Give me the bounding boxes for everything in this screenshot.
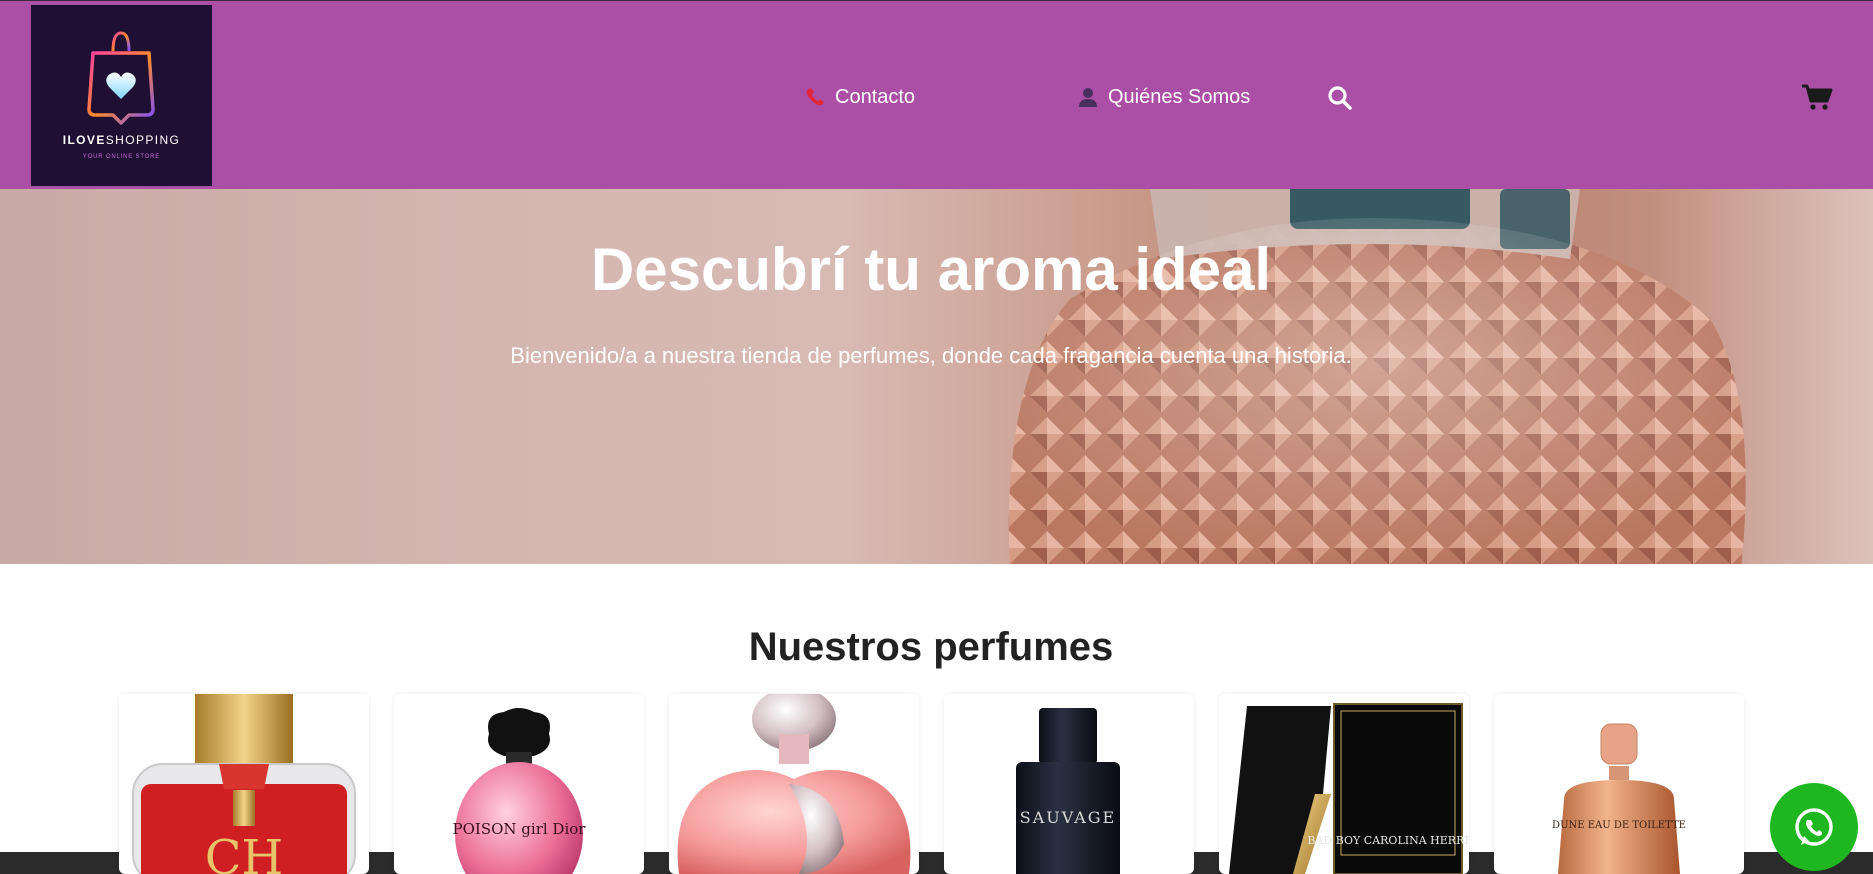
product-card[interactable]: CH (119, 694, 369, 874)
product-label: CH (205, 830, 284, 874)
product-card[interactable]: BAD BOY CAROLINA HERRERA (1219, 694, 1469, 874)
site-header: ILOVESHOPPING YOUR ONLINE STORE Contacto… (0, 1, 1873, 189)
product-label: POISON girl Dior (453, 820, 587, 838)
cart-button[interactable] (1800, 81, 1834, 113)
whatsapp-button[interactable] (1770, 783, 1858, 871)
product-card[interactable]: POISON girl Dior (394, 694, 644, 874)
product-image: DUNE EAU DE TOILETTE (1552, 723, 1686, 874)
product-card[interactable]: SAUVAGE (944, 694, 1194, 874)
nav-contact-label: Contacto (835, 85, 916, 108)
product-label: SAUVAGE (1020, 808, 1116, 827)
brand-logo[interactable]: ILOVESHOPPING YOUR ONLINE STORE (31, 5, 212, 186)
nav-contact-link[interactable]: Contacto (803, 83, 915, 111)
search-button[interactable] (1326, 84, 1354, 112)
whatsapp-icon (1795, 808, 1833, 846)
product-image: SAUVAGE (1016, 708, 1120, 874)
product-label: DUNE EAU DE TOILETTE (1552, 820, 1686, 831)
product-label: BAD BOY CAROLINA HERRERA (1307, 834, 1469, 847)
product-image: POISON girl Dior (453, 708, 587, 874)
brand-tagline: YOUR ONLINE STORE (82, 154, 161, 160)
product-image: CH (132, 694, 356, 874)
hero-title: Descubrí tu aroma ideal (590, 236, 1272, 303)
products-section-title: Nuestros perfumes (748, 625, 1114, 669)
product-image (677, 694, 911, 874)
nav-about-label: Quiénes Somos (1108, 85, 1251, 108)
product-image: BAD BOY CAROLINA HERRERA (1229, 703, 1469, 874)
phone-icon (803, 85, 827, 109)
product-carousel: CH POISON girl Dior SAUVAGE BAD BOY CARO… (119, 694, 1744, 874)
hero-subtitle: Bienvenido/a a nuestra tienda de perfume… (510, 343, 1352, 368)
product-card[interactable] (669, 694, 919, 874)
nav-about-link[interactable]: Quiénes Somos (1076, 83, 1250, 111)
brand-name: ILOVESHOPPING (62, 133, 181, 147)
user-icon (1076, 85, 1100, 109)
product-card[interactable]: DUNE EAU DE TOILETTE (1494, 694, 1744, 874)
cart-icon (1802, 84, 1833, 110)
search-icon (1328, 86, 1352, 110)
hero-banner: Descubrí tu aroma ideal Bienvenido/a a n… (0, 189, 1873, 564)
